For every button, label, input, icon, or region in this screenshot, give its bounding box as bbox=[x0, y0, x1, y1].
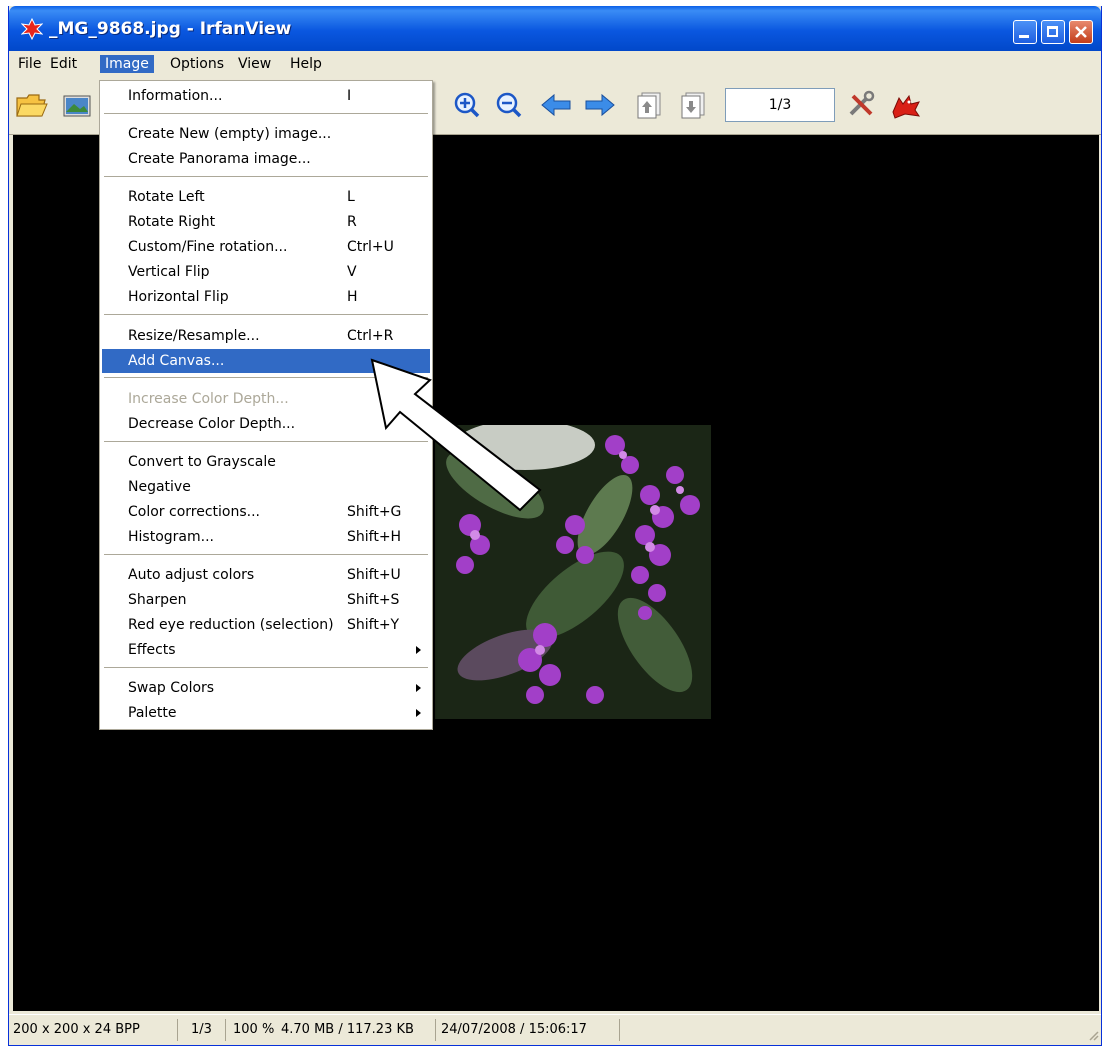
menu-item-sharpen[interactable]: Sharpen Shift+S bbox=[102, 588, 430, 612]
page-indicator[interactable]: 1/3 bbox=[725, 88, 835, 122]
menu-item-label: Resize/Resample... bbox=[128, 328, 260, 344]
status-dimensions: 200 x 200 x 24 BPP bbox=[13, 1022, 140, 1037]
menu-item-auto-adjust-colors[interactable]: Auto adjust colors Shift+U bbox=[102, 563, 430, 587]
irfanview-app-icon bbox=[21, 18, 43, 40]
menu-item-red-eye-reduction[interactable]: Red eye reduction (selection) Shift+Y bbox=[102, 613, 430, 637]
close-button[interactable] bbox=[1069, 20, 1093, 44]
menu-item-custom-rotation[interactable]: Custom/Fine rotation... Ctrl+U bbox=[102, 235, 430, 259]
pointer-annotation-arrow-icon bbox=[370, 358, 542, 512]
title-bar[interactable]: _MG_9868.jpg - IrfanView bbox=[9, 6, 1101, 51]
submenu-arrow-icon bbox=[416, 646, 421, 654]
menu-item-label: Negative bbox=[128, 479, 191, 495]
menu-item-information[interactable]: Information... I bbox=[102, 84, 430, 108]
maximize-icon bbox=[1047, 26, 1058, 37]
menu-item-shortcut: Shift+H bbox=[347, 529, 402, 545]
menu-item-label: Swap Colors bbox=[128, 680, 215, 696]
menu-item-horizontal-flip[interactable]: Horizontal Flip H bbox=[102, 285, 430, 309]
status-separator bbox=[435, 1019, 436, 1041]
previous-arrow-icon[interactable] bbox=[539, 90, 573, 120]
menu-item-shortcut: V bbox=[347, 264, 357, 280]
first-page-icon[interactable] bbox=[633, 90, 667, 120]
menu-item-palette[interactable]: Palette bbox=[102, 701, 430, 725]
status-filesize: 4.70 MB / 117.23 KB bbox=[281, 1022, 414, 1037]
window-title: _MG_9868.jpg - IrfanView bbox=[49, 19, 292, 39]
menu-item-vertical-flip[interactable]: Vertical Flip V bbox=[102, 260, 430, 284]
menu-item-label: Rotate Right bbox=[128, 214, 216, 230]
menu-item-create-new-image[interactable]: Create New (empty) image... bbox=[102, 122, 430, 146]
menu-item-rotate-right[interactable]: Rotate Right R bbox=[102, 210, 430, 234]
menu-edit[interactable]: Edit bbox=[45, 55, 82, 73]
status-page: 1/3 bbox=[191, 1022, 212, 1037]
menu-separator bbox=[104, 667, 428, 669]
menu-item-label: Sharpen bbox=[128, 592, 187, 608]
menu-item-label: Create New (empty) image... bbox=[128, 126, 332, 142]
menu-separator bbox=[104, 176, 428, 178]
menu-item-label: Rotate Left bbox=[128, 189, 205, 205]
menu-item-shortcut: I bbox=[347, 88, 352, 104]
menu-separator bbox=[104, 113, 428, 115]
menu-item-label: Auto adjust colors bbox=[128, 567, 255, 583]
menu-item-effects[interactable]: Effects bbox=[102, 638, 430, 662]
menu-item-shortcut: H bbox=[347, 289, 358, 305]
menu-item-label: Increase Color Depth... bbox=[128, 391, 289, 407]
submenu-arrow-icon bbox=[416, 684, 421, 692]
menu-item-label: Vertical Flip bbox=[128, 264, 210, 280]
next-arrow-icon[interactable] bbox=[583, 90, 617, 120]
maximize-button[interactable] bbox=[1041, 20, 1065, 44]
status-separator bbox=[177, 1019, 178, 1041]
menu-view[interactable]: View bbox=[233, 55, 276, 73]
menu-item-shortcut: L bbox=[347, 189, 355, 205]
status-datetime: 24/07/2008 / 15:06:17 bbox=[441, 1022, 587, 1037]
status-zoom: 100 % bbox=[233, 1022, 275, 1037]
menu-item-label: Add Canvas... bbox=[128, 353, 225, 369]
close-icon bbox=[1075, 26, 1087, 38]
menu-item-swap-colors[interactable]: Swap Colors bbox=[102, 676, 430, 700]
open-folder-icon[interactable] bbox=[15, 90, 49, 120]
menu-item-label: Information... bbox=[128, 88, 223, 104]
menu-item-shortcut: R bbox=[347, 214, 357, 230]
status-separator bbox=[619, 1019, 620, 1041]
menu-file[interactable]: File bbox=[13, 55, 46, 73]
menu-item-label: Color corrections... bbox=[128, 504, 260, 520]
menu-item-resize-resample[interactable]: Resize/Resample... Ctrl+R bbox=[102, 324, 430, 348]
menu-image[interactable]: Image bbox=[100, 55, 154, 73]
menu-item-label: Palette bbox=[128, 705, 177, 721]
menu-options[interactable]: Options bbox=[165, 55, 229, 73]
menu-item-label: Decrease Color Depth... bbox=[128, 416, 296, 432]
menu-item-create-panorama[interactable]: Create Panorama image... bbox=[102, 147, 430, 171]
status-separator bbox=[225, 1019, 226, 1041]
menu-item-label: Create Panorama image... bbox=[128, 151, 311, 167]
menu-item-shortcut: Shift+Y bbox=[347, 617, 400, 633]
minimize-icon bbox=[1019, 35, 1029, 38]
menu-item-label: Custom/Fine rotation... bbox=[128, 239, 288, 255]
submenu-arrow-icon bbox=[416, 709, 421, 717]
thumbnails-icon[interactable] bbox=[61, 90, 95, 120]
last-page-icon[interactable] bbox=[677, 90, 711, 120]
menu-item-shortcut: Ctrl+U bbox=[347, 239, 394, 255]
menu-item-shortcut: Shift+U bbox=[347, 567, 401, 583]
settings-icon[interactable] bbox=[845, 90, 879, 120]
minimize-button[interactable] bbox=[1013, 20, 1037, 44]
menu-help[interactable]: Help bbox=[285, 55, 327, 73]
zoom-in-icon[interactable] bbox=[451, 90, 485, 120]
menu-item-label: Histogram... bbox=[128, 529, 214, 545]
menu-item-label: Effects bbox=[128, 642, 176, 658]
menu-item-label: Red eye reduction (selection) bbox=[128, 617, 334, 633]
menu-item-shortcut: Shift+S bbox=[347, 592, 400, 608]
menu-item-histogram[interactable]: Histogram... Shift+H bbox=[102, 525, 430, 549]
irfanview-cat-icon[interactable] bbox=[889, 90, 923, 120]
menu-bar: File Edit Image Options View Help bbox=[9, 52, 1101, 76]
menu-item-shortcut: Ctrl+R bbox=[347, 328, 394, 344]
status-bar: 200 x 200 x 24 BPP 1/3 100 % 4.70 MB / 1… bbox=[9, 1014, 1101, 1045]
menu-separator bbox=[104, 314, 428, 316]
menu-separator bbox=[104, 554, 428, 556]
zoom-out-icon[interactable] bbox=[493, 90, 527, 120]
resize-grip-icon[interactable] bbox=[1087, 1029, 1099, 1041]
menu-item-rotate-left[interactable]: Rotate Left L bbox=[102, 185, 430, 209]
menu-item-label: Convert to Grayscale bbox=[128, 454, 276, 470]
menu-item-label: Horizontal Flip bbox=[128, 289, 229, 305]
